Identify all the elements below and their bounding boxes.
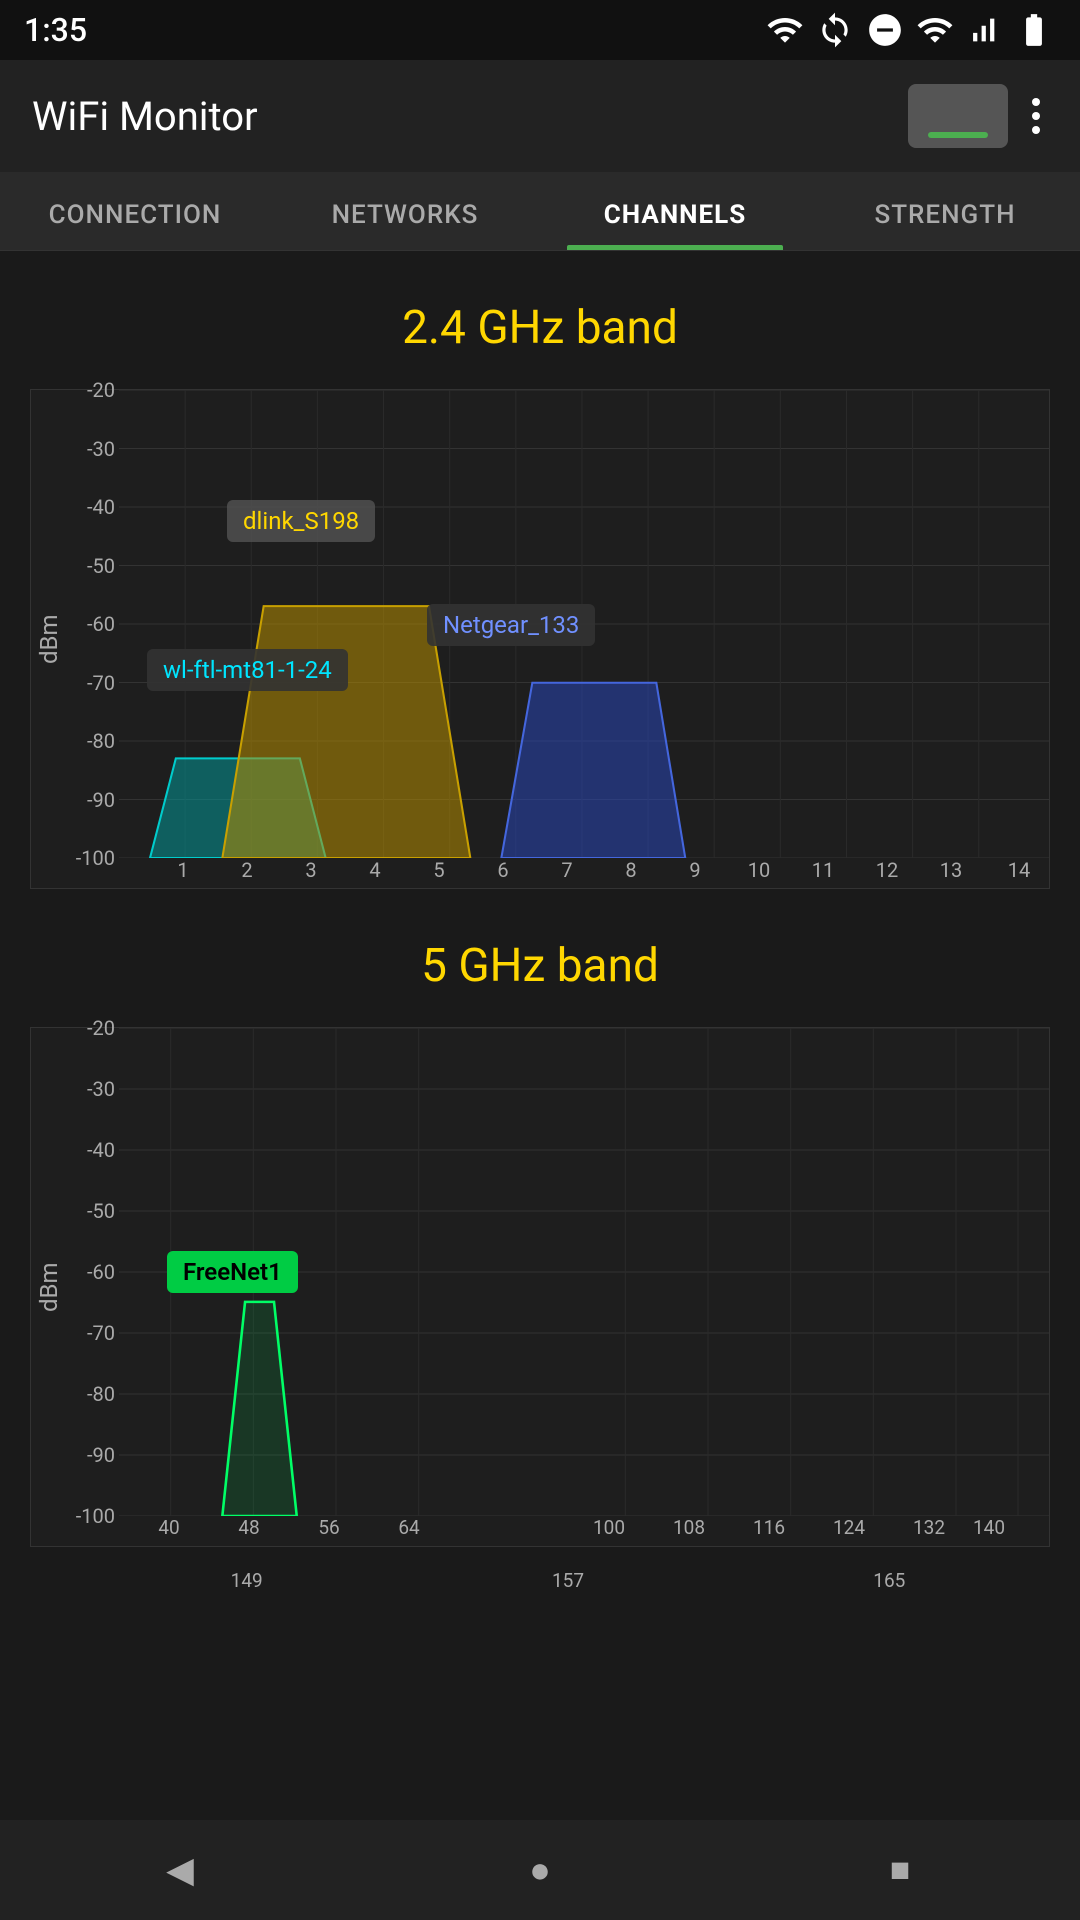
do-not-disturb-icon — [866, 11, 904, 49]
band24-chart: dBm -20 -30 -40 -50 -60 -70 -80 -90 -100 — [30, 389, 1050, 889]
band24-x-axis: 1 2 3 4 5 6 7 8 9 10 11 12 13 14 — [119, 858, 1049, 888]
band5-section: 5 GHz band dBm -20 -30 -40 -50 -60 -70 -… — [0, 919, 1080, 1577]
wifi-signal-icon — [766, 11, 804, 49]
band5-y-label: dBm — [31, 1028, 67, 1546]
wifi-full-icon — [916, 11, 954, 49]
tab-bar: CONNECTION NETWORKS CHANNELS STRENGTH — [0, 172, 1080, 251]
nav-back-button[interactable]: ◀ — [120, 1830, 240, 1910]
status-time: 1:35 — [24, 11, 87, 49]
band5-chart-inner: -20 -30 -40 -50 -60 -70 -80 -90 -100 — [67, 1028, 1049, 1546]
network-netgear-shape — [501, 683, 685, 858]
back-icon: ◀ — [166, 1849, 194, 1891]
band5-chart: dBm -20 -30 -40 -50 -60 -70 -80 -90 -100 — [30, 1027, 1050, 1547]
main-content: 2.4 GHz band dBm -20 -30 -40 -50 -60 -70… — [0, 251, 1080, 1592]
label-netgear: Netgear_133 — [427, 604, 595, 646]
bottom-nav: ◀ ● ■ — [0, 1820, 1080, 1920]
tab-networks[interactable]: NETWORKS — [270, 172, 540, 250]
signal-bars-icon — [966, 11, 1000, 49]
app-bar: WiFi Monitor — [0, 60, 1080, 172]
status-bar: 1:35 — [0, 0, 1080, 60]
network-freenet1-shape — [222, 1302, 296, 1516]
dot3 — [1032, 126, 1040, 134]
label-freenet1: FreeNet1 — [167, 1251, 298, 1293]
band24-section: 2.4 GHz band dBm -20 -30 -40 -50 -60 -70… — [0, 271, 1080, 919]
band24-chart-inner: -20 -30 -40 -50 -60 -70 -80 -90 -100 — [67, 390, 1049, 888]
app-bar-actions — [908, 84, 1048, 148]
more-options-button[interactable] — [1024, 90, 1048, 142]
nav-recents-button[interactable]: ■ — [840, 1830, 960, 1910]
tab-channels[interactable]: CHANNELS — [540, 172, 810, 250]
sync-icon — [816, 11, 854, 49]
band5-x-extra: 149 157 165 — [0, 1569, 1080, 1592]
home-icon: ● — [529, 1849, 551, 1891]
band24-y-label: dBm — [31, 390, 67, 888]
nav-home-button[interactable]: ● — [480, 1830, 600, 1910]
app-title: WiFi Monitor — [32, 93, 258, 140]
band5-x-axis: 40 48 56 64 100 108 116 124 132 140 — [119, 1516, 1049, 1546]
tab-connection[interactable]: CONNECTION — [0, 172, 270, 250]
screen-btn-bar — [928, 132, 988, 138]
recents-icon: ■ — [890, 1851, 911, 1890]
label-wl-ftl: wl-ftl-mt81-1-24 — [147, 649, 348, 691]
battery-icon — [1012, 11, 1056, 49]
label-dlink: dlink_S198 — [227, 500, 375, 542]
dot2 — [1032, 112, 1040, 120]
dot1 — [1032, 98, 1040, 106]
status-icons — [766, 11, 1056, 49]
screen-button[interactable] — [908, 84, 1008, 148]
band5-title: 5 GHz band — [30, 929, 1050, 1003]
tab-strength[interactable]: STRENGTH — [810, 172, 1080, 250]
band24-title: 2.4 GHz band — [30, 291, 1050, 365]
